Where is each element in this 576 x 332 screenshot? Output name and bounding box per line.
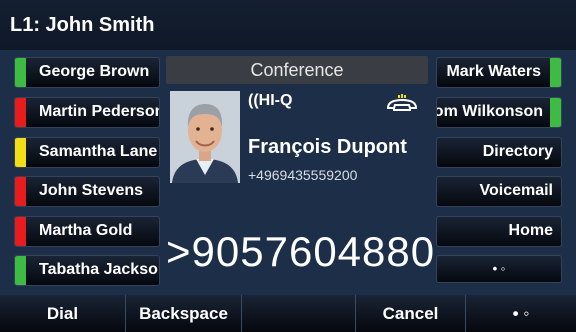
line-title: L1: John Smith [10, 14, 155, 36]
more-softkeys-button[interactable]: • ◦ [466, 295, 576, 332]
line-key-tom-wilkonson[interactable]: Tom Wilkonson [436, 97, 562, 128]
directory-key[interactable]: Directory [436, 137, 562, 168]
status-led-yellow [15, 138, 26, 167]
status-led-green [550, 98, 561, 127]
home-key-label: Home [508, 222, 553, 239]
dialed-number: >9057604880 [166, 228, 436, 275]
phone-screen: L1: John Smith George Brown Martin Peder… [0, 0, 576, 332]
backspace-button[interactable]: Backspace [126, 295, 242, 332]
line-key-mark-waters[interactable]: Mark Waters [436, 57, 562, 88]
status-led-red [15, 177, 26, 206]
line-key-label: Tabatha Jackson [39, 261, 160, 278]
line-key-george-brown[interactable]: George Brown [14, 57, 160, 88]
empty-softkey[interactable] [242, 295, 356, 332]
line-key-label: Tom Wilkonson [436, 103, 543, 120]
line-key-label: John Stevens [39, 182, 144, 199]
call-state-header: Conference [166, 56, 428, 84]
directory-key-label: Directory [482, 143, 553, 160]
home-key[interactable]: Home [436, 216, 562, 247]
contact-photo [170, 91, 240, 183]
line-key-john-stevens[interactable]: John Stevens [14, 176, 160, 207]
status-led-green [15, 58, 26, 87]
line-key-label: Martin Pederson [39, 103, 160, 120]
line-key-samantha-lane[interactable]: Samantha Lane [14, 137, 160, 168]
dial-button[interactable]: Dial [0, 295, 126, 332]
contact-name: François Dupont [248, 136, 407, 158]
status-led-green [15, 256, 26, 285]
status-led-red [15, 98, 26, 127]
handset-icon [385, 94, 419, 119]
hiq-logo: ((HI-Q [248, 92, 293, 109]
line-key-label: Mark Waters [446, 63, 541, 80]
status-led-green [550, 58, 561, 87]
voicemail-key-label: Voicemail [479, 182, 553, 199]
page-indicator-key[interactable]: • ◦ [436, 255, 562, 283]
line-key-martin-pederson[interactable]: Martin Pederson [14, 97, 160, 128]
line-key-martha-gold[interactable]: Martha Gold [14, 216, 160, 247]
line-key-label: George Brown [39, 63, 150, 80]
cancel-button[interactable]: Cancel [356, 295, 466, 332]
status-led-red [15, 217, 26, 246]
title-bar: L1: John Smith [0, 0, 576, 50]
page-indicator: • ◦ [492, 261, 506, 276]
line-key-label: Martha Gold [39, 222, 133, 239]
line-key-tabatha-jackson[interactable]: Tabatha Jackson [14, 255, 160, 286]
contact-number: +4969435559200 [248, 167, 358, 183]
voicemail-key[interactable]: Voicemail [436, 176, 562, 207]
line-key-label: Samantha Lane [39, 143, 158, 160]
